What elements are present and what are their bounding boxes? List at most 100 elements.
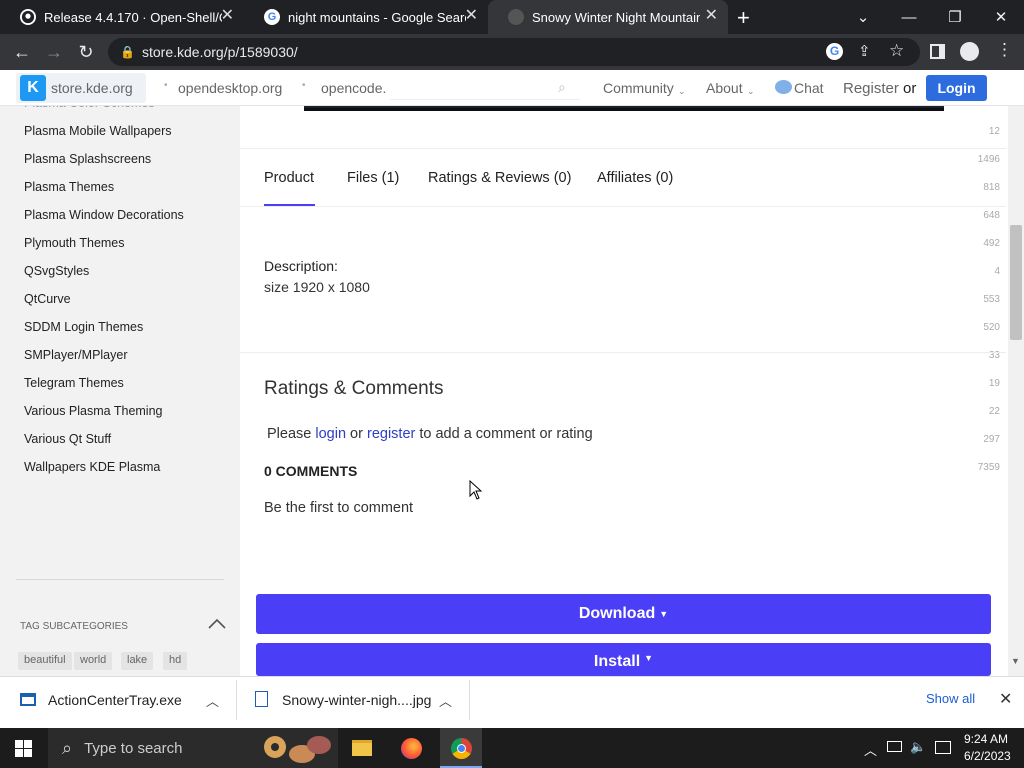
login-link[interactable]: login bbox=[315, 426, 346, 442]
sidebar-item[interactable]: SDDM Login Themes bbox=[24, 320, 143, 334]
tag-chip[interactable]: beautiful bbox=[18, 652, 72, 670]
nav-link-chat[interactable]: Chat bbox=[794, 80, 824, 96]
close-icon[interactable]: ✕ bbox=[705, 8, 718, 24]
chevron-up-icon[interactable] bbox=[208, 617, 226, 629]
tab-title: Release 4.4.170 · Open-Shell/Ope bbox=[44, 9, 222, 25]
scrollbar-thumb[interactable] bbox=[1010, 225, 1022, 340]
chevron-down-icon: ⌄ bbox=[747, 86, 755, 96]
close-icon[interactable]: ✕ bbox=[465, 8, 478, 24]
nav-link-about[interactable]: About bbox=[706, 80, 743, 96]
url-text[interactable]: store.kde.org/p/1589030/ bbox=[142, 44, 298, 60]
sidebar-item[interactable]: Plasma Window Decorations bbox=[24, 208, 184, 222]
show-all-button[interactable]: Show all bbox=[926, 691, 975, 706]
menu-icon[interactable]: ⋮ bbox=[996, 40, 1013, 60]
sidebar-item[interactable]: Plasma Splashscreens bbox=[24, 152, 151, 166]
sidebar-count: 297 bbox=[983, 434, 1000, 445]
chevron-up-icon[interactable]: ︿ bbox=[864, 740, 877, 759]
share-icon[interactable]: ⇪ bbox=[858, 42, 871, 60]
sidebar-item[interactable]: Plasma Mobile Wallpapers bbox=[24, 124, 172, 138]
sidebar-item[interactable]: Various Plasma Theming bbox=[24, 404, 163, 418]
logo-text[interactable]: store.kde.org bbox=[51, 80, 133, 96]
tab-product[interactable]: Product bbox=[264, 170, 314, 186]
side-panel-icon[interactable] bbox=[930, 44, 945, 59]
first-comment-text: Be the first to comment bbox=[264, 500, 414, 516]
browser-tab-github[interactable]: Release 4.4.170 · Open-Shell/Ope ✕ bbox=[0, 0, 244, 34]
kde-logo-icon[interactable]: K bbox=[20, 75, 46, 101]
tag-chip[interactable]: world bbox=[74, 652, 113, 670]
forward-icon[interactable]: → bbox=[38, 34, 70, 70]
tag-chip[interactable]: hd bbox=[163, 652, 188, 670]
download-item-name[interactable]: ActionCenterTray.exe bbox=[48, 692, 182, 708]
tag-chip[interactable]: lake bbox=[121, 652, 154, 670]
clock-date[interactable]: 6/2/2023 bbox=[964, 749, 1011, 763]
tab-files[interactable]: Files (1) bbox=[347, 170, 399, 186]
chat-icon bbox=[775, 80, 792, 94]
install-button[interactable]: Install ▼ bbox=[256, 643, 991, 676]
image-file-icon bbox=[255, 691, 268, 707]
sidebar-item[interactable]: Various Qt Stuff bbox=[24, 432, 111, 446]
sidebar-item[interactable]: QSvgStyles bbox=[24, 264, 89, 278]
register-link[interactable]: Register bbox=[843, 80, 899, 97]
sidebar-item[interactable]: Plasma Themes bbox=[24, 180, 114, 194]
sidebar-item[interactable]: SMPlayer/MPlayer bbox=[24, 348, 128, 362]
sidebar-count: 1496 bbox=[977, 154, 1000, 165]
search-icon: ⌕ bbox=[62, 737, 73, 758]
sidebar-count: 648 bbox=[983, 210, 1000, 221]
or-text: or bbox=[903, 80, 917, 97]
search-icon[interactable]: ⌕ bbox=[558, 79, 566, 96]
profile-icon[interactable] bbox=[960, 42, 979, 61]
windows-start-icon[interactable] bbox=[15, 740, 32, 757]
sidebar-divider bbox=[16, 579, 224, 580]
chevron-up-icon[interactable]: ︿ bbox=[439, 691, 452, 710]
download-button[interactable]: Download ▼ bbox=[256, 594, 991, 634]
nav-link-community[interactable]: Community bbox=[603, 80, 674, 96]
nav-link-opendesktop[interactable]: opendesktop.org bbox=[178, 80, 282, 96]
browser-tab-kde[interactable]: Snowy Winter Night Mountains ✕ bbox=[488, 0, 728, 34]
comment-prompt: Please login or register to add a commen… bbox=[267, 426, 593, 442]
prompt-text: Please bbox=[267, 426, 312, 442]
search-placeholder: Type to search bbox=[84, 739, 183, 757]
firefox-icon[interactable] bbox=[401, 738, 422, 759]
close-icon[interactable]: ✕ bbox=[999, 689, 1012, 709]
volume-muted-icon[interactable]: 🔈 bbox=[910, 739, 926, 755]
close-window-icon[interactable]: ✕ bbox=[978, 0, 1024, 34]
tab-ratings-reviews[interactable]: Ratings & Reviews (0) bbox=[428, 170, 571, 186]
sidebar-count: 12 bbox=[988, 126, 1000, 137]
tag-heading: TAG SUBCATEGORIES bbox=[20, 621, 128, 632]
browser-tab-google[interactable]: G night mountains - Google Search ✕ bbox=[244, 0, 488, 34]
sidebar-item[interactable]: Plymouth Themes bbox=[24, 236, 125, 250]
download-item-name[interactable]: Snowy-winter-nigh....jpg bbox=[282, 692, 431, 708]
google-lens-icon[interactable]: G bbox=[826, 43, 843, 60]
nav-link-opencode[interactable]: opencode. bbox=[321, 80, 386, 96]
register-link[interactable]: register bbox=[367, 426, 415, 442]
tab-search-icon[interactable]: ⌄ bbox=[840, 0, 886, 34]
notification-icon[interactable] bbox=[935, 741, 951, 754]
chevron-up-icon[interactable]: ︿ bbox=[206, 691, 219, 710]
scroll-down-icon[interactable]: ▼ bbox=[1011, 656, 1020, 666]
reload-icon[interactable]: ↻ bbox=[70, 34, 102, 70]
search-input[interactable] bbox=[390, 78, 580, 100]
sidebar-count: 492 bbox=[983, 238, 1000, 249]
description-text: size 1920 x 1080 bbox=[264, 279, 370, 295]
sidebar-item[interactable]: Telegram Themes bbox=[24, 376, 124, 390]
sidebar-item[interactable]: QtCurve bbox=[24, 292, 71, 306]
tab-affiliates[interactable]: Affiliates (0) bbox=[597, 170, 673, 186]
file-explorer-icon[interactable] bbox=[352, 740, 372, 756]
sidebar-item[interactable]: Wallpapers KDE Plasma bbox=[24, 460, 160, 474]
new-tab-icon[interactable]: + bbox=[737, 5, 750, 31]
bookmark-star-icon[interactable]: ☆ bbox=[889, 41, 904, 61]
network-icon[interactable] bbox=[887, 741, 902, 752]
login-button[interactable]: Login bbox=[926, 75, 987, 101]
back-icon[interactable]: ← bbox=[6, 34, 38, 70]
chrome-icon bbox=[451, 738, 472, 759]
divider bbox=[240, 352, 1006, 353]
sidebar-count: 19 bbox=[988, 378, 1000, 389]
restore-icon[interactable]: ❐ bbox=[932, 0, 978, 34]
close-icon[interactable]: ✕ bbox=[221, 8, 234, 24]
donuts-search-highlight-icon bbox=[262, 734, 332, 764]
scrollbar[interactable] bbox=[1008, 70, 1024, 676]
minimize-icon[interactable]: — bbox=[886, 0, 932, 34]
comments-count: 0 COMMENTS bbox=[264, 463, 358, 479]
prompt-text: to add a comment or rating bbox=[419, 426, 593, 442]
clock-time[interactable]: 9:24 AM bbox=[964, 732, 1008, 746]
